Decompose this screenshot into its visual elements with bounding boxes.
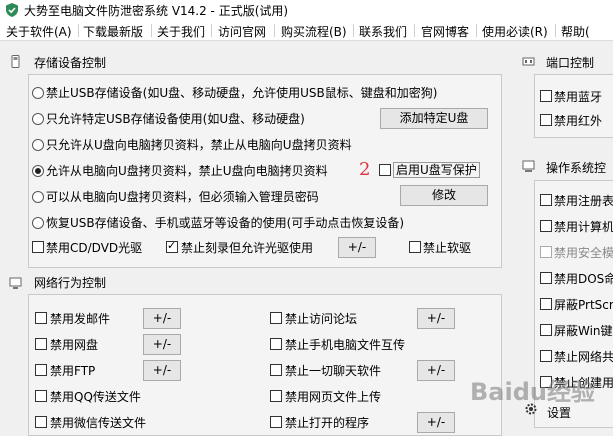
disable-forum-label: 禁止访问论坛 [285,312,358,326]
disable-burn-label: 禁止刻录但允许光驱使用 [181,241,314,255]
menu-separator [78,24,79,37]
menu-separator [414,24,415,37]
email-options-button[interactable]: +/- [143,308,181,329]
disable-web-upload-checkbox[interactable] [270,390,282,402]
forum-options-button[interactable]: +/- [417,308,455,329]
os-section-heading: 操作系统控 [546,161,607,175]
disable-dos-checkbox[interactable] [540,272,552,284]
menu-about-software[interactable]: 关于软件(A) [6,23,72,40]
radio-specific-usb[interactable] [32,113,44,125]
disable-registry-checkbox[interactable] [540,194,552,206]
disable-phone-transfer-label: 禁止手机电脑文件互传 [285,338,406,352]
radio-pc-to-usb-only[interactable] [32,165,44,177]
disable-web-upload-label: 禁用网页文件上传 [285,390,382,404]
chat-options-button[interactable]: +/- [417,360,455,381]
disable-infrared-checkbox[interactable] [540,114,552,126]
disable-cd-label: 禁用CD/DVD光驱 [46,241,143,255]
modify-password-button[interactable]: 修改 [400,185,488,206]
network-section-heading: 网络行为控制 [34,276,107,290]
menu-bar: 关于软件(A) 下载最新版 关于我们 访问官网 购买流程(B) 联系我们 官网博… [0,20,613,41]
disable-phone-transfer-checkbox[interactable] [270,338,282,350]
disable-network-share-label: 禁止网络共 [554,350,613,364]
storage-section-heading: 存储设备控制 [34,56,107,70]
ftp-options-button[interactable]: +/- [143,360,181,381]
disable-floppy-checkbox[interactable] [409,241,421,253]
window-title: 大势至电脑文件防泄密系统 V14.2 - 正式版(试用) [24,4,289,18]
radio-restore-devices[interactable] [32,217,44,229]
disable-ftp-checkbox[interactable] [35,364,47,376]
option-usb-to-pc-only-label: 只允许从U盘向电脑拷贝资料，禁止从电脑向U盘拷贝资料 [46,138,352,152]
option-password-copy-label: 可以从电脑向U盘拷贝资料，但必须输入管理员密码 [46,190,319,204]
disable-floppy-label: 禁止软驱 [423,241,472,255]
app-logo-icon [6,3,18,17]
disable-cd-checkbox[interactable] [32,241,44,253]
menu-separator [151,24,152,37]
disable-netdisk-label: 禁用网盘 [50,338,99,352]
disable-email-label: 禁用发邮件 [50,312,111,326]
disable-email-checkbox[interactable] [35,312,47,324]
disable-wechat-transfer-checkbox[interactable] [35,416,47,428]
disable-bluetooth-checkbox[interactable] [540,90,552,102]
menu-about-us[interactable]: 关于我们 [157,23,205,40]
radio-password-copy[interactable] [32,191,44,203]
menu-contact[interactable]: 联系我们 [359,23,407,40]
programs-options-button[interactable]: +/- [417,412,455,433]
disable-qq-transfer-checkbox[interactable] [35,390,47,402]
menu-blog[interactable]: 官网博客 [421,23,469,40]
disable-computer-checkbox[interactable] [540,220,552,232]
write-protect-checkbox[interactable] [379,164,391,176]
menu-purchase[interactable]: 购买流程(B) [281,23,347,40]
storage-icon [11,55,20,68]
block-win-key-checkbox[interactable] [540,324,552,336]
netdisk-options-button[interactable]: +/- [143,334,181,355]
disable-network-share-checkbox[interactable] [540,350,552,362]
watermark: Baidu经验 [470,378,595,406]
disable-bluetooth-label: 禁用蓝牙 [554,90,603,104]
disable-chat-software-checkbox[interactable] [270,364,282,376]
option-pc-to-usb-only-label: 允许从电脑向U盘拷贝资料，禁止U盘向电脑拷贝资料 [46,164,328,178]
menu-official-site[interactable]: 访问官网 [218,23,266,40]
block-win-key-label: 屏蔽Win键 [554,324,613,338]
disable-qq-transfer-label: 禁用QQ传送文件 [50,390,141,404]
disable-chat-software-label: 禁止一切聊天软件 [285,364,382,378]
disable-programs-label: 禁止打开的程序 [285,416,370,430]
block-prtscr-label: 屏蔽PrtScr [554,298,613,312]
disable-dos-label: 禁用DOS命 [554,272,613,286]
disable-forum-checkbox[interactable] [270,312,282,324]
disable-safe-mode-checkbox [540,246,552,258]
menu-separator [274,24,275,37]
option-disable-usb-label: 禁止USB存储设备(如U盘、移动硬盘，允许使用USB鼠标、键盘和加密狗) [46,86,438,100]
disable-netdisk-checkbox[interactable] [35,338,47,350]
menu-separator [555,24,556,37]
write-protect-label: 启用U盘写保护 [393,162,480,178]
network-icon [9,277,22,289]
radio-usb-to-pc-only[interactable] [32,139,44,151]
burn-options-button[interactable]: +/- [338,237,376,258]
disable-wechat-transfer-label: 禁用微信传送文件 [50,416,147,430]
os-icon [522,160,535,172]
annotation-number: 2 [359,159,371,180]
port-icon [522,57,535,66]
block-prtscr-checkbox[interactable] [540,298,552,310]
menu-download-latest[interactable]: 下载最新版 [83,23,143,40]
add-specific-usb-button[interactable]: 添加特定U盘 [380,108,488,129]
menu-must-read[interactable]: 使用必读(R) [482,23,548,40]
disable-computer-label: 禁用计算机 [554,220,613,234]
option-specific-usb-label: 只允许特定USB存储设备使用(如U盘、移动硬盘) [46,112,305,126]
radio-disable-usb[interactable] [32,87,44,99]
disable-burn-checkbox[interactable] [166,239,178,253]
option-restore-devices-label: 恢复USB存储设备、手机或蓝牙等设备的使用(可手动点击恢复设备) [46,216,404,230]
menu-separator [476,24,477,37]
disable-registry-label: 禁用注册表 [554,194,613,208]
menu-separator [353,24,354,37]
title-bar: 大势至电脑文件防泄密系统 V14.2 - 正式版(试用) [0,0,613,20]
disable-ftp-label: 禁用FTP [50,364,96,378]
menu-separator [211,24,212,37]
disable-infrared-label: 禁用红外 [554,114,603,128]
disable-programs-checkbox[interactable] [270,416,282,428]
menu-help[interactable]: 帮助( [561,23,590,40]
port-section-heading: 端口控制 [546,56,595,70]
disable-safe-mode-label: 禁用安全模 [554,246,613,260]
